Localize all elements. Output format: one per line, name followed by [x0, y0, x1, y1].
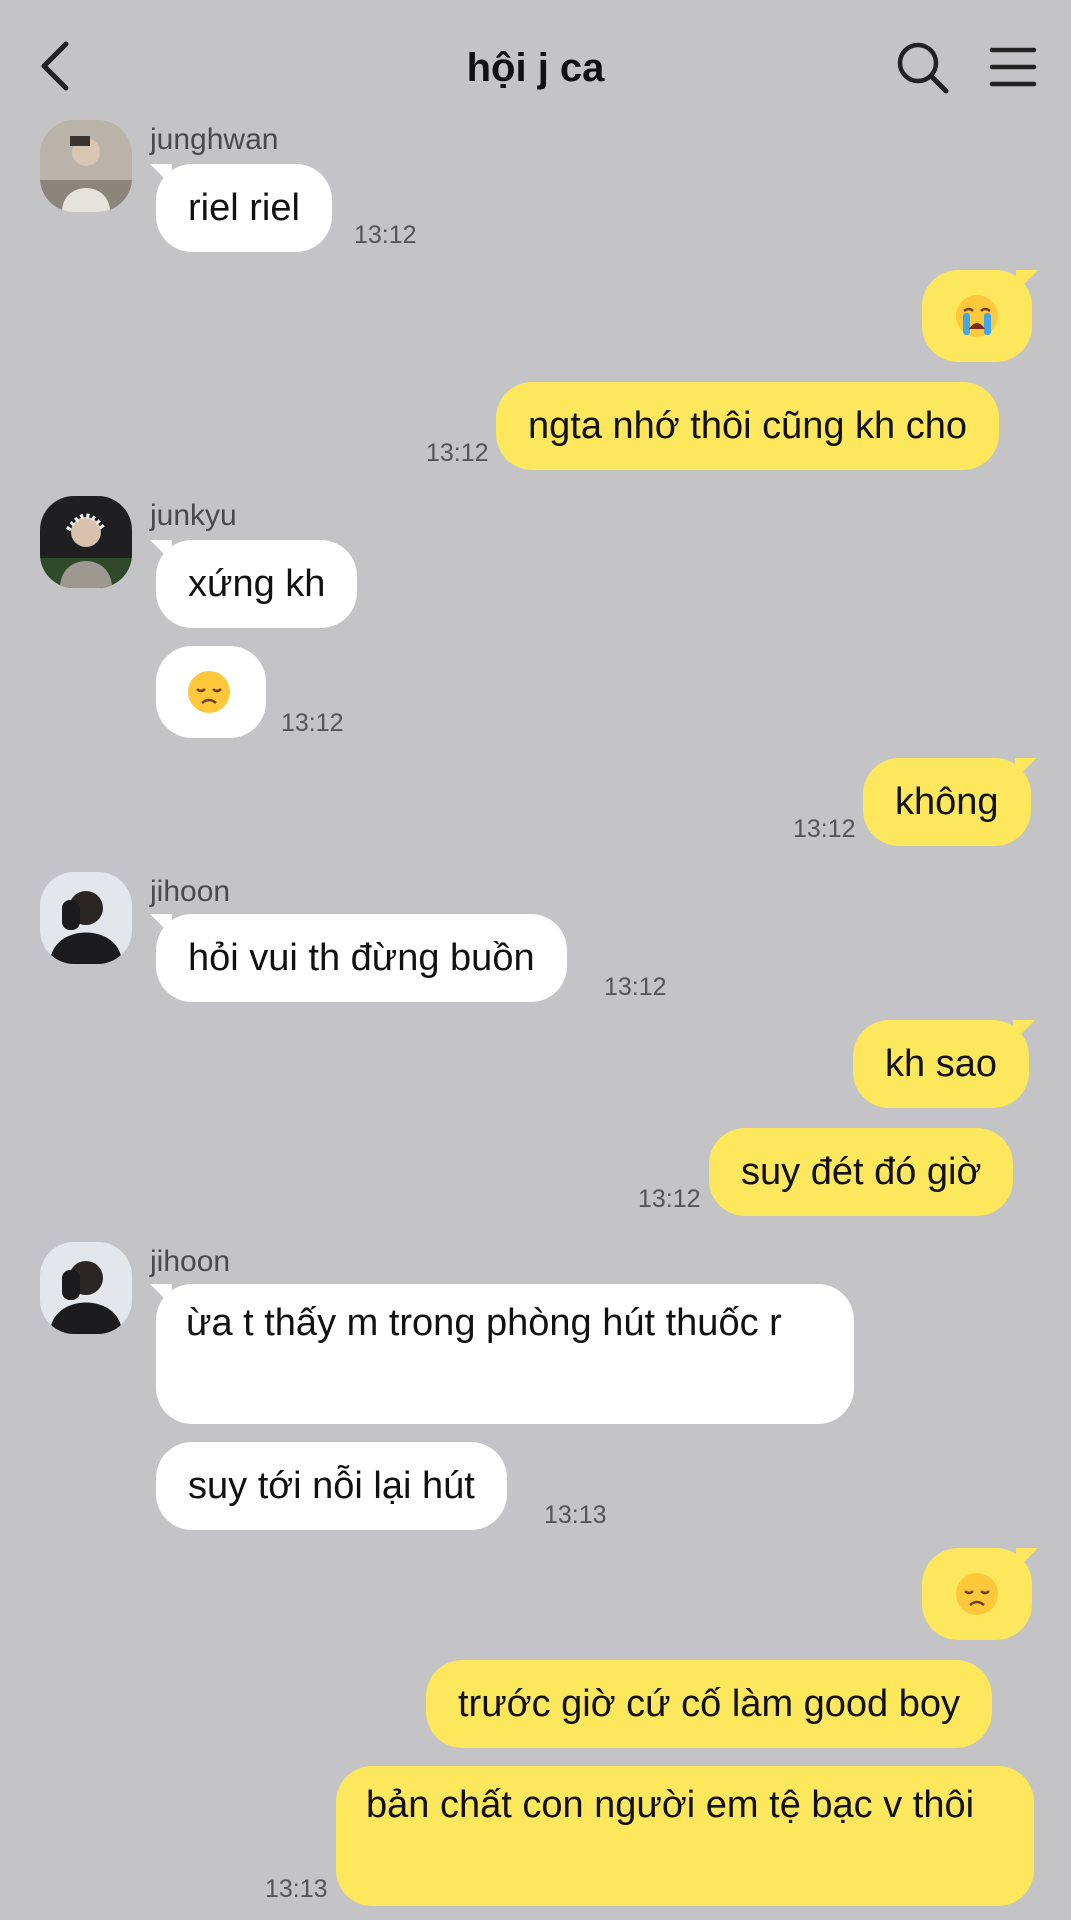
chat-header: hội j ca	[0, 0, 1071, 130]
avatar-jihoon[interactable]	[40, 872, 132, 964]
message-bubble[interactable]: bản chất con người em tệ bạc v thôi	[336, 1766, 1034, 1906]
message-bubble[interactable]: hỏi vui th đừng buồn	[156, 914, 567, 1002]
search-icon[interactable]	[895, 40, 951, 96]
message-bubble[interactable]: suy đét đó giờ	[709, 1128, 1014, 1216]
message-bubble[interactable]: trước giờ cứ cố làm good boy	[426, 1660, 993, 1748]
message-bubble[interactable]: riel riel	[156, 164, 332, 252]
message-bubble-emoji[interactable]	[922, 1548, 1032, 1640]
message-time: 13:12	[793, 815, 856, 843]
sender-name: jihoon	[150, 1245, 231, 1278]
message-bubble-emoji[interactable]	[922, 270, 1032, 362]
disappointed-emoji	[186, 669, 232, 730]
message-bubble[interactable]: suy tới nỗi lại hút	[156, 1442, 507, 1530]
message-bubble-emoji[interactable]	[156, 646, 266, 738]
message-time: 13:12	[604, 973, 667, 1001]
disappointed-emoji	[954, 1571, 1000, 1632]
sender-name: jihoon	[150, 875, 231, 908]
menu-icon[interactable]	[988, 44, 1038, 90]
sender-name: junkyu	[150, 499, 237, 532]
message-bubble[interactable]: xứng kh	[156, 540, 358, 628]
avatar-jihoon[interactable]	[40, 1242, 132, 1334]
avatar-junghwan[interactable]	[40, 120, 132, 212]
message-bubble[interactable]: không	[863, 758, 1031, 846]
sender-name: junghwan	[150, 123, 279, 156]
crying-emoji	[954, 293, 1000, 354]
message-time: 13:12	[426, 439, 489, 467]
message-time: 13:13	[265, 1875, 328, 1903]
message-time: 13:13	[544, 1501, 607, 1529]
message-bubble[interactable]: ừa t thấy m trong phòng hút thuốc r	[156, 1284, 854, 1424]
message-time: 13:12	[281, 709, 344, 737]
avatar-junkyu[interactable]	[40, 496, 132, 588]
message-time: 13:12	[354, 221, 417, 249]
message-bubble[interactable]: kh sao	[853, 1020, 1029, 1108]
message-bubble[interactable]: ngta nhớ thôi cũng kh cho	[496, 382, 1000, 470]
message-time: 13:12	[638, 1185, 701, 1213]
